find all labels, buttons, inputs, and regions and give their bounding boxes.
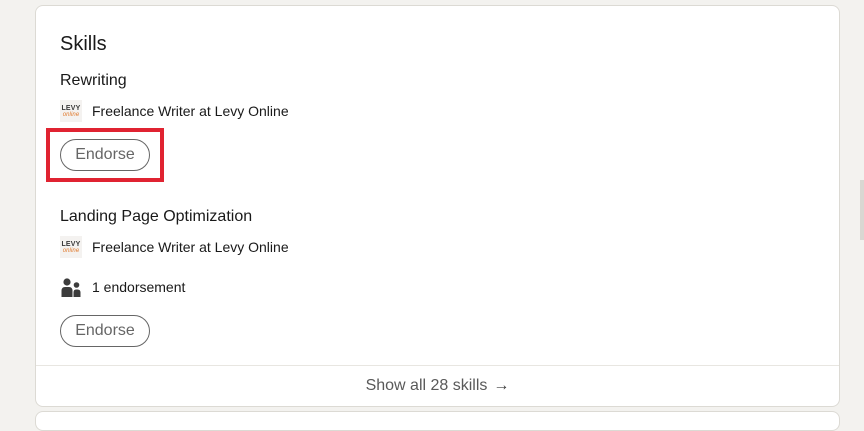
logo-text-line2: online bbox=[62, 111, 80, 118]
section-title: Skills bbox=[60, 33, 107, 55]
arrow-right-icon: → bbox=[493, 377, 510, 394]
skill-name-landing-page-optimization[interactable]: Landing Page Optimization bbox=[60, 208, 252, 226]
highlight-box bbox=[46, 128, 164, 182]
endorse-button-landing-page-optimization[interactable]: Endorse bbox=[60, 315, 150, 347]
show-all-skills-label: Show all 28 skills bbox=[365, 377, 488, 394]
endorsement-count-row[interactable]: 1 endorsement bbox=[60, 275, 185, 299]
skills-card: Skills Rewriting LEVY online Freelance W… bbox=[35, 5, 840, 407]
skill-position-text: Freelance Writer at Levy Online bbox=[92, 239, 289, 255]
skill-position-row: LEVY online Freelance Writer at Levy Onl… bbox=[60, 99, 289, 123]
next-card-edge bbox=[35, 411, 840, 431]
logo-text-line1: LEVY bbox=[61, 240, 81, 248]
scrollbar-track[interactable] bbox=[860, 180, 864, 240]
show-all-skills-link[interactable]: Show all 28 skills → bbox=[36, 365, 839, 406]
company-logo-icon: LEVY online bbox=[60, 236, 82, 258]
endorsement-count-text: 1 endorsement bbox=[92, 279, 186, 295]
company-logo-icon: LEVY online bbox=[60, 100, 82, 122]
logo-text-line2: online bbox=[62, 247, 80, 254]
skill-position-row: LEVY online Freelance Writer at Levy Onl… bbox=[60, 235, 289, 259]
people-icon bbox=[60, 276, 82, 298]
skill-name-rewriting[interactable]: Rewriting bbox=[60, 72, 127, 90]
skill-position-text: Freelance Writer at Levy Online bbox=[92, 103, 289, 119]
logo-text-line1: LEVY bbox=[61, 104, 81, 112]
